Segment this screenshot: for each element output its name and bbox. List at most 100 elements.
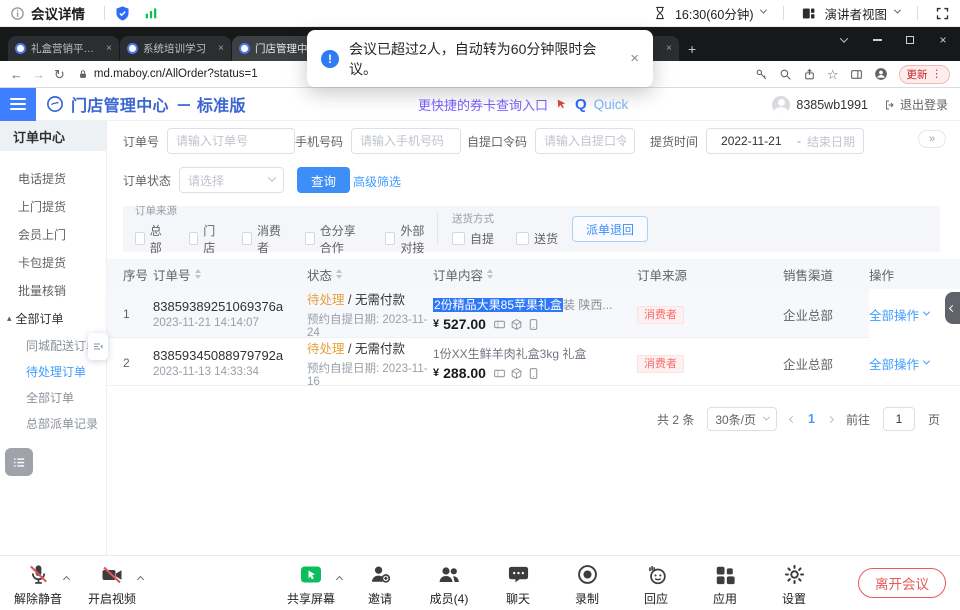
- browser-tab-1[interactable]: 礼盒营销平台管理中心 ×: [8, 36, 119, 61]
- quick-entry-text[interactable]: 更快捷的券卡查询入口: [418, 95, 548, 114]
- leave-meeting-button[interactable]: 离开会议: [858, 568, 946, 598]
- sort-icon[interactable]: [336, 269, 342, 279]
- sidebar-item-member-visit[interactable]: 会员上门: [0, 220, 106, 248]
- right-panel-handle[interactable]: [945, 292, 960, 324]
- sidebar-sub-pending-orders[interactable]: 待处理订单: [0, 358, 106, 384]
- fullscreen-icon[interactable]: [935, 6, 950, 21]
- chat-button[interactable]: 聊天: [490, 562, 546, 607]
- zoom-icon[interactable]: [779, 68, 792, 81]
- security-shield-icon[interactable]: [114, 5, 131, 22]
- sort-icon[interactable]: [487, 269, 493, 279]
- unmute-button[interactable]: 解除静音: [10, 562, 66, 607]
- start-video-button[interactable]: 开启视频: [84, 562, 140, 607]
- quick-label[interactable]: Quick: [594, 97, 629, 112]
- checkbox-store[interactable]: 门店: [189, 222, 221, 256]
- search-button[interactable]: 查询: [297, 167, 350, 193]
- checkbox-self-pickup[interactable]: 自提: [452, 230, 494, 247]
- checkbox-icon[interactable]: [305, 232, 315, 245]
- checkbox-delivery[interactable]: 送货: [516, 230, 558, 247]
- sidebar-item-all-orders[interactable]: ▴ 全部订单: [0, 304, 106, 332]
- sidebar-item-phone-pickup[interactable]: 电话提货: [0, 164, 106, 192]
- user-avatar[interactable]: [772, 96, 790, 114]
- forward-icon[interactable]: →: [32, 68, 45, 81]
- kebab-menu-icon[interactable]: ⋮: [932, 68, 943, 80]
- info-icon[interactable]: [10, 6, 25, 21]
- settings-button[interactable]: 设置: [766, 562, 822, 607]
- profile-avatar-icon[interactable]: [874, 67, 888, 81]
- order-status-select[interactable]: 请选择: [179, 167, 284, 193]
- window-restore-icon[interactable]: [903, 33, 917, 47]
- col-status[interactable]: 状态: [307, 265, 433, 284]
- expand-caret-icon[interactable]: ▴: [7, 313, 12, 324]
- tab-close-icon[interactable]: ×: [218, 43, 224, 54]
- network-signal-icon[interactable]: [143, 5, 159, 21]
- floating-list-button[interactable]: [5, 448, 33, 476]
- table-row[interactable]: 1 83859389251069376a 2023-11-21 14:14:07…: [107, 289, 960, 338]
- sort-icon[interactable]: [195, 269, 201, 279]
- phone-input[interactable]: [351, 128, 461, 154]
- checkbox-icon[interactable]: [452, 232, 465, 245]
- view-mode-label[interactable]: 演讲者视图: [824, 4, 887, 23]
- view-dropdown-icon[interactable]: [894, 7, 901, 14]
- hamburger-menu-button[interactable]: [0, 88, 36, 121]
- prev-page-icon[interactable]: [789, 415, 796, 422]
- checkbox-external[interactable]: 外部对接: [385, 222, 435, 256]
- browser-tab-2[interactable]: 系统培训学习 ×: [120, 36, 231, 61]
- table-row[interactable]: 2 83859345088979792a 2023-11-13 14:33:34…: [107, 338, 960, 386]
- checkbox-icon[interactable]: [189, 232, 199, 245]
- bookmark-star-icon[interactable]: ☆: [827, 68, 839, 81]
- video-options-expander[interactable]: [138, 571, 143, 585]
- toast-close-icon[interactable]: ×: [630, 50, 639, 67]
- sidebar-collapse-handle[interactable]: [88, 333, 108, 360]
- filter-collapse-button[interactable]: »: [918, 130, 946, 148]
- col-content[interactable]: 订单内容: [433, 265, 637, 284]
- checkbox-icon[interactable]: [135, 232, 145, 245]
- next-page-icon[interactable]: [827, 415, 834, 422]
- sidebar-sub-hq-dispatch[interactable]: 总部派单记录: [0, 410, 106, 436]
- side-panel-icon[interactable]: [850, 68, 863, 81]
- members-button[interactable]: 成员(4): [421, 562, 477, 607]
- tab-close-icon[interactable]: ×: [666, 43, 672, 54]
- checkbox-icon[interactable]: [516, 232, 529, 245]
- share-options-expander[interactable]: [337, 571, 342, 585]
- reactions-button[interactable]: 回应: [628, 562, 684, 607]
- reload-icon[interactable]: ↻: [54, 68, 65, 81]
- mic-options-expander[interactable]: [64, 571, 69, 585]
- share-icon[interactable]: [803, 68, 816, 81]
- order-no-input[interactable]: [167, 128, 295, 154]
- window-menu-icon[interactable]: [837, 33, 851, 47]
- sidebar-sub-all-orders[interactable]: 全部订单: [0, 384, 106, 410]
- dispatch-return-button[interactable]: 派单退回: [572, 216, 648, 242]
- window-minimize-icon[interactable]: [870, 33, 884, 47]
- goto-page-input[interactable]: [883, 407, 915, 431]
- sidebar-item-batch-verify[interactable]: 批量核销: [0, 276, 106, 304]
- window-close-icon[interactable]: ×: [936, 33, 950, 47]
- checkbox-icon[interactable]: [242, 232, 252, 245]
- apps-button[interactable]: 应用: [697, 562, 753, 607]
- password-key-icon[interactable]: [755, 68, 768, 81]
- all-actions-dropdown[interactable]: 全部操作: [869, 354, 929, 373]
- pickup-code-input[interactable]: [535, 128, 635, 154]
- logout-button[interactable]: 退出登录: [884, 96, 948, 113]
- timer-dropdown-icon[interactable]: [760, 7, 767, 14]
- share-screen-button[interactable]: 共享屏幕: [283, 562, 339, 607]
- chrome-update-button[interactable]: 更新 ⋮: [899, 65, 951, 84]
- tab-close-icon[interactable]: ×: [106, 43, 112, 54]
- sidebar-item-door-pickup[interactable]: 上门提货: [0, 192, 106, 220]
- invite-button[interactable]: 邀请: [352, 562, 408, 607]
- checkbox-warehouse-share[interactable]: 仓分享合作: [305, 222, 364, 256]
- start-date-input[interactable]: [721, 134, 791, 148]
- checkbox-consumer[interactable]: 消费者: [242, 222, 283, 256]
- record-button[interactable]: 录制: [559, 562, 615, 607]
- checkbox-icon[interactable]: [385, 232, 395, 245]
- back-icon[interactable]: ←: [10, 68, 23, 81]
- end-date-placeholder[interactable]: 结束日期: [807, 133, 855, 150]
- checkbox-hq[interactable]: 总部: [135, 222, 167, 256]
- sidebar-item-card-pickup[interactable]: 卡包提货: [0, 248, 106, 276]
- page-size-select[interactable]: 30条/页: [707, 407, 777, 431]
- date-range-picker[interactable]: - 结束日期: [706, 128, 864, 154]
- all-actions-dropdown[interactable]: 全部操作: [869, 305, 929, 324]
- col-order-no[interactable]: 订单号: [153, 265, 307, 284]
- current-page[interactable]: 1: [808, 412, 815, 426]
- new-tab-button[interactable]: +: [688, 41, 696, 57]
